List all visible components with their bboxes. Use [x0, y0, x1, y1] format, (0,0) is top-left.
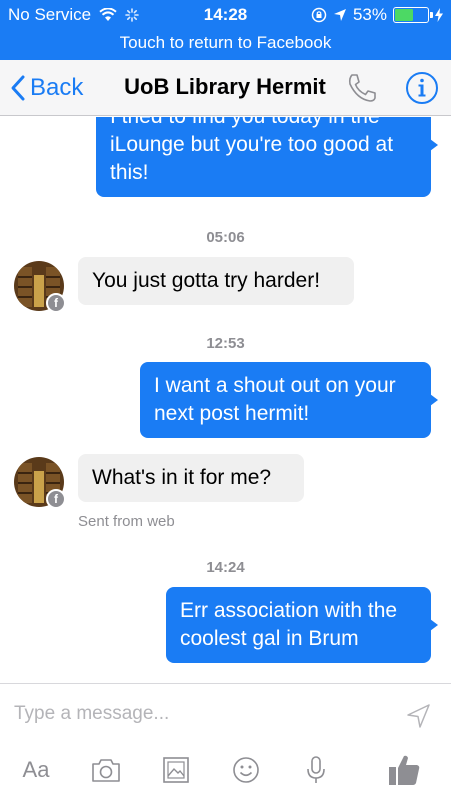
- message-text: You just gotta try harder!: [92, 269, 321, 292]
- message-timestamp: 05:06: [206, 229, 245, 246]
- voice-record-button[interactable]: [296, 750, 336, 790]
- facebook-badge-icon: f: [46, 293, 66, 313]
- composer: Aa: [0, 683, 451, 800]
- phone-icon: [348, 74, 376, 102]
- incoming-message[interactable]: You just gotta try harder!: [78, 257, 354, 305]
- rotation-lock-icon: [311, 7, 327, 23]
- info-button[interactable]: [404, 70, 440, 106]
- message-text: I tried to find you today in the iLounge…: [110, 117, 394, 184]
- status-right: 53%: [311, 5, 443, 25]
- incoming-message[interactable]: What's in it for me?: [78, 454, 304, 502]
- message-input[interactable]: [14, 694, 394, 734]
- thumbs-up-icon: [389, 755, 420, 785]
- message-text: What's in it for me?: [92, 466, 272, 489]
- like-button[interactable]: [382, 750, 426, 790]
- photos-icon: [163, 757, 189, 783]
- send-button[interactable]: [405, 702, 433, 730]
- message-text: Err association with the coolest gal in …: [180, 599, 398, 650]
- outgoing-message[interactable]: Err association with the coolest gal in …: [166, 587, 438, 663]
- message-text: I want a shout out on your next post her…: [154, 374, 396, 425]
- battery-icon: [393, 7, 433, 23]
- back-label: Back: [30, 74, 84, 101]
- message-timestamp: 14:24: [206, 559, 245, 576]
- status-bar: No Service 14:28 53%: [0, 0, 451, 30]
- info-icon: [406, 72, 438, 104]
- camera-icon: [92, 759, 120, 782]
- composer-toolbar: Aa: [0, 744, 451, 796]
- nav-bar: Back UoB Library Hermit: [0, 60, 451, 116]
- call-button[interactable]: [344, 70, 380, 106]
- photo-gallery-button[interactable]: [156, 750, 196, 790]
- microphone-icon: [307, 756, 325, 783]
- location-arrow-icon: [333, 9, 346, 21]
- camera-button[interactable]: [86, 750, 126, 790]
- send-arrow-icon: [407, 704, 430, 728]
- outgoing-message[interactable]: I want a shout out on your next post her…: [140, 362, 438, 438]
- back-button[interactable]: Back: [10, 70, 83, 106]
- battery-percent: 53%: [352, 5, 387, 24]
- smiley-icon: [233, 757, 259, 783]
- chevron-left-icon: [11, 75, 25, 101]
- sticker-button[interactable]: [226, 750, 266, 790]
- text-format-button[interactable]: Aa: [16, 750, 56, 790]
- conversation-title: UoB Library Hermit: [124, 74, 326, 99]
- return-to-facebook-banner[interactable]: Touch to return to Facebook: [0, 30, 451, 60]
- battery-level-fill: [395, 9, 414, 21]
- charging-bolt-icon: [435, 8, 443, 22]
- sent-from-web-note: Sent from web: [78, 513, 175, 530]
- message-timestamp: 12:53: [206, 335, 245, 352]
- outgoing-message[interactable]: I tried to find you today in the iLounge…: [96, 117, 438, 197]
- message-thread[interactable]: I tried to find you today in the iLounge…: [0, 117, 451, 683]
- facebook-badge-icon: f: [46, 489, 66, 509]
